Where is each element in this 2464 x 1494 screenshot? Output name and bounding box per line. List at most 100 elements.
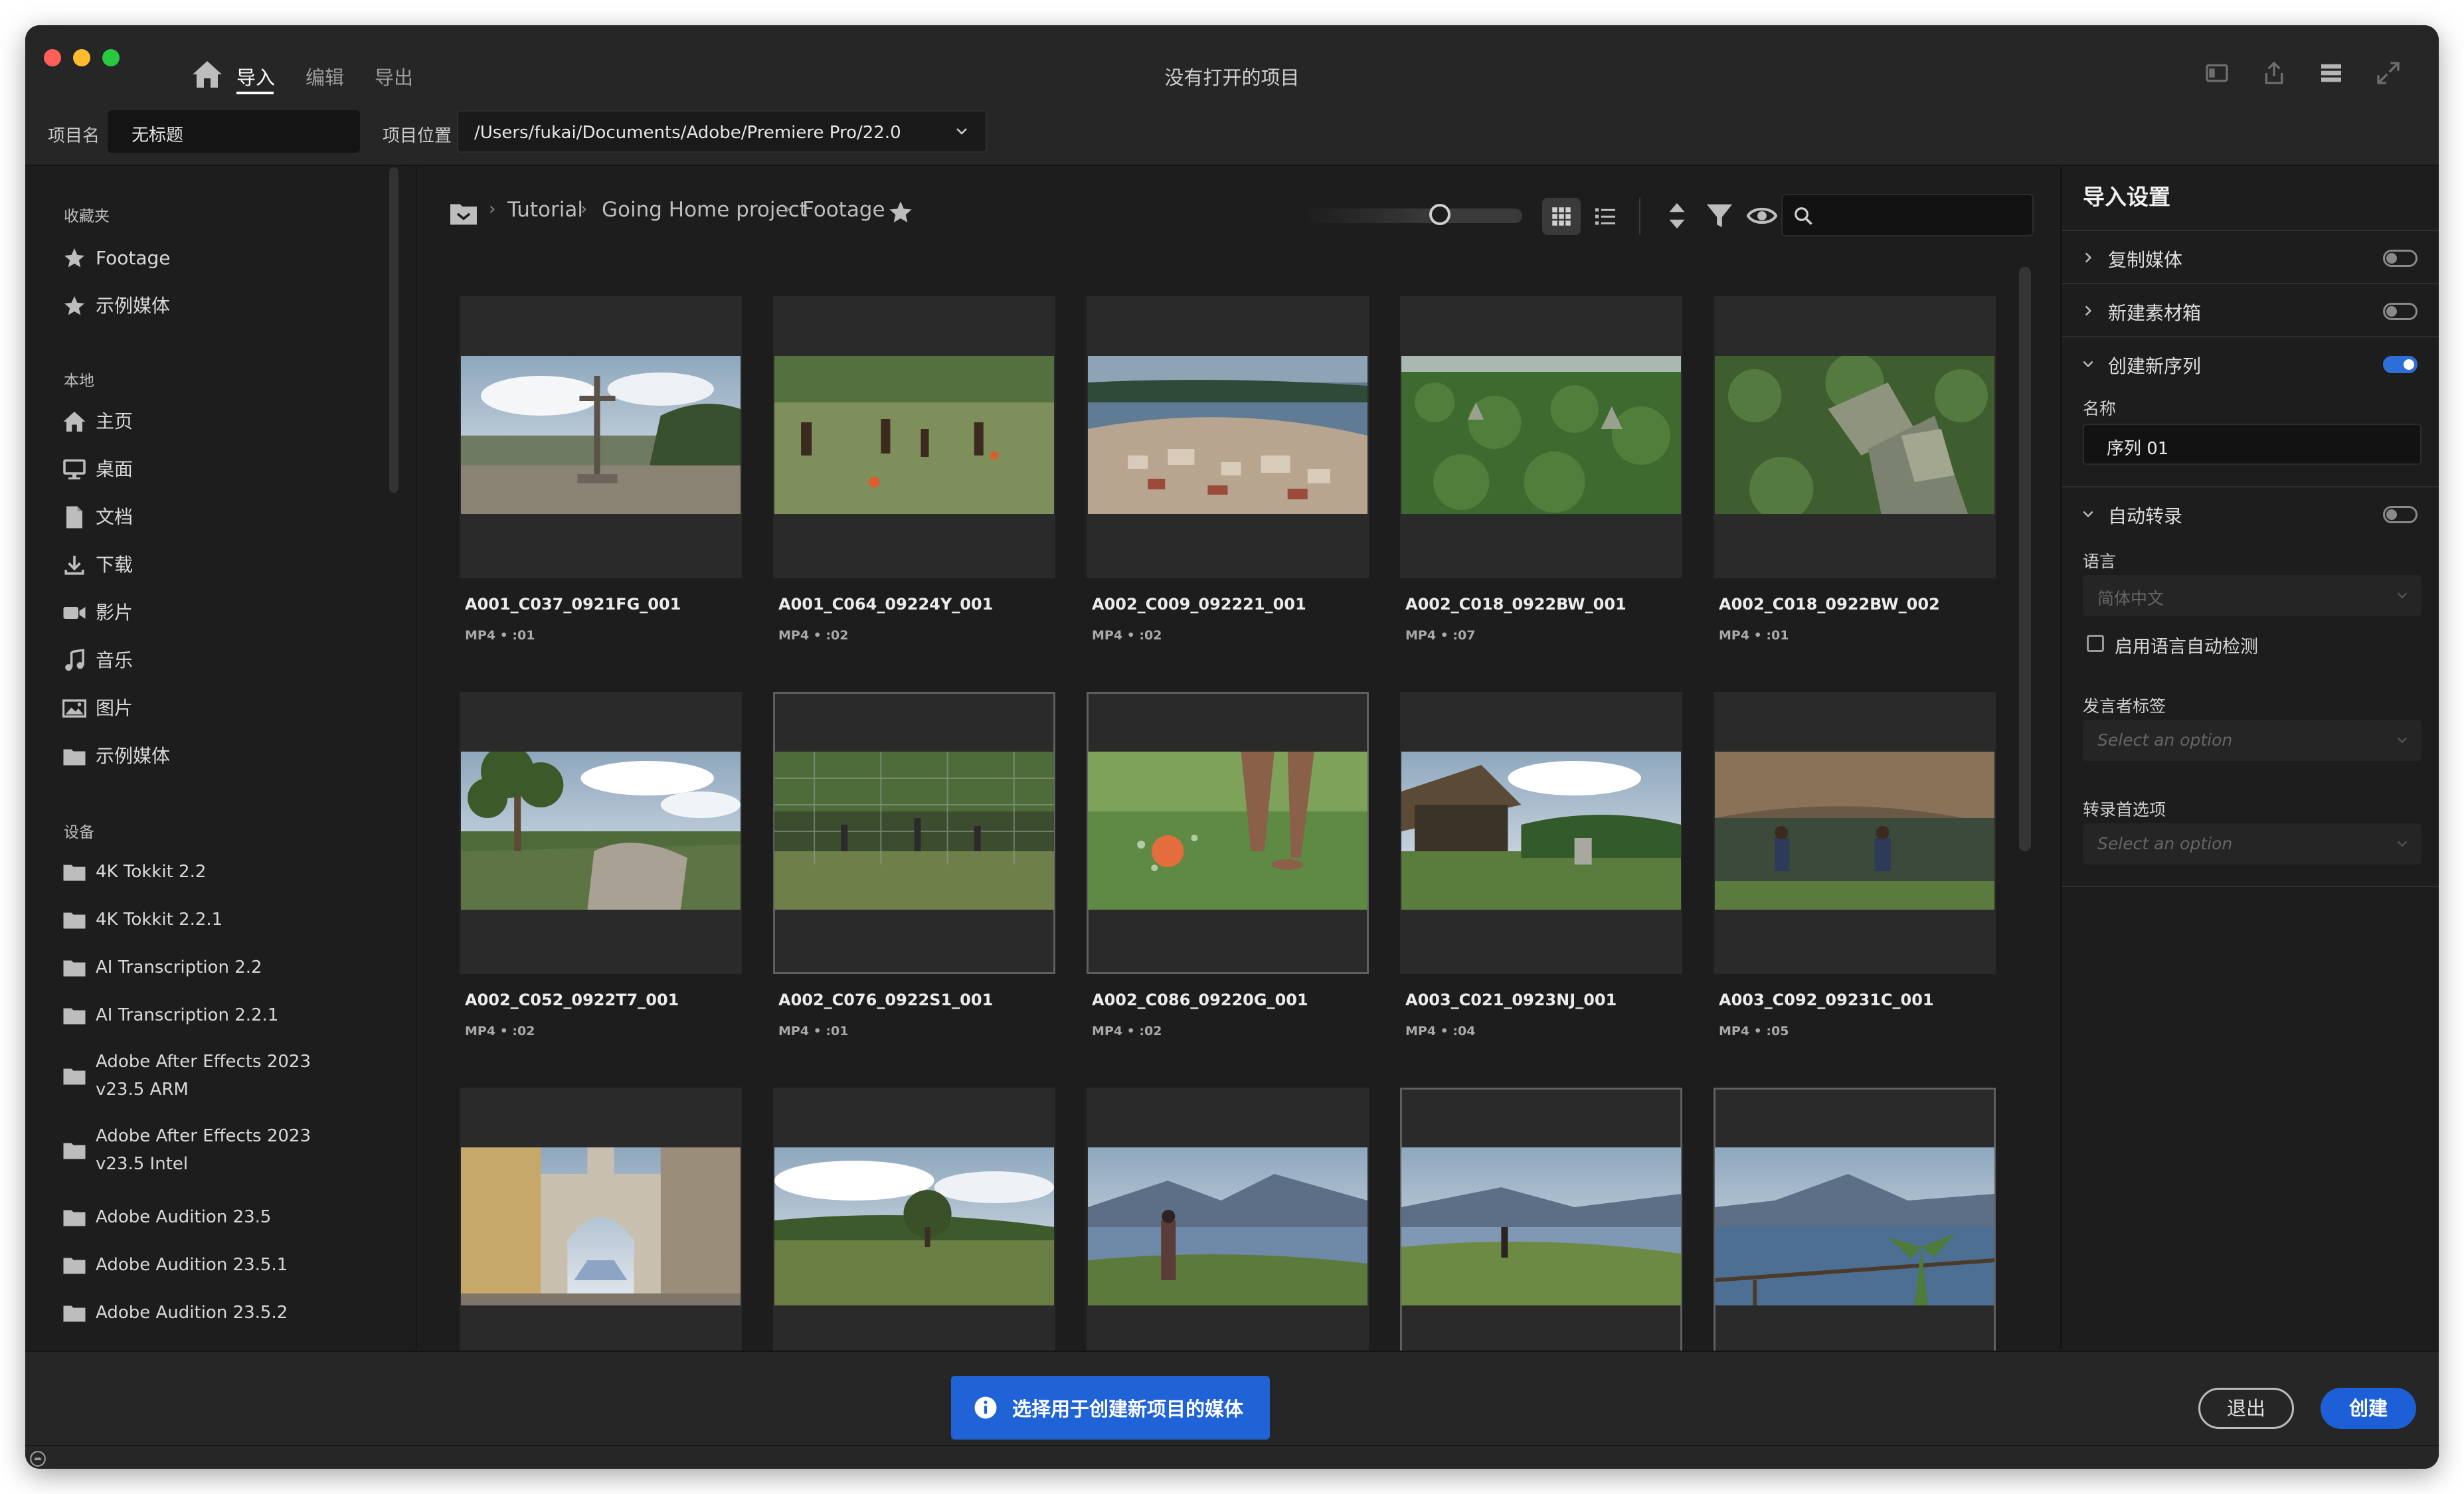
toolbar-divider [1639,198,1640,235]
list-icon [1595,208,1615,225]
slider-handle[interactable] [1429,204,1451,225]
sequence-name-input[interactable]: 序列 01 [2083,424,2421,465]
sidebar-item-device[interactable]: Adobe Audition 23.5.2 [61,1299,353,1327]
media-scrollbar[interactable] [2019,267,2031,851]
star-icon[interactable] [887,199,914,226]
auto-transcribe-label: 自动转录 [2108,505,2183,527]
share-icon[interactable] [2261,60,2287,86]
clip-card[interactable] [773,296,1055,578]
sidebar-item-movies[interactable]: 影片 [61,599,353,627]
transcribe-pref-placeholder: Select an option [2097,834,2233,853]
auto-detect-label: 启用语言自动检测 [2115,637,2258,657]
project-name-input[interactable]: 无标题 [108,110,360,153]
copy-media-row[interactable]: 复制媒体 [2062,230,2439,282]
project-bar: 项目名 无标题 项目位置 /Users/fukai/Documents/Adob… [25,98,2439,166]
sidebar-item-device[interactable]: AI Transcription 2.2.1 [61,1001,353,1029]
star-icon [64,296,84,315]
clip-name: A003_C021_0923NJ_001 [1405,991,1617,1009]
clip-card[interactable] [773,1088,1055,1370]
clip-card[interactable] [460,692,742,974]
speaker-select[interactable]: Select an option [2083,720,2421,761]
thumbnail-size-slider[interactable] [1303,208,1522,223]
folder-icon [63,1210,86,1226]
clip-card[interactable] [1087,1088,1369,1370]
sidebar-item-device[interactable]: Adobe Audition 23.5 [61,1203,353,1231]
eye-icon[interactable] [1747,201,1777,231]
filter-icon[interactable] [1704,201,1735,231]
folder-icon [63,1305,86,1322]
exit-button[interactable]: 退出 [2198,1388,2294,1429]
clip-card[interactable] [1400,1088,1682,1370]
list-view-button[interactable] [1586,198,1625,235]
auto-detect-checkbox[interactable] [2087,635,2104,652]
sidebar-item-device[interactable]: 4K Tokkit 2.2 [61,858,353,886]
breadcrumb-footage[interactable]: Footage [802,198,885,222]
clip-card[interactable] [1400,692,1682,974]
project-location-select[interactable]: /Users/fukai/Documents/Adobe/Premiere Pr… [457,110,987,153]
sidebar-item-downloads[interactable]: 下载 [61,551,353,579]
sidebar-item-home[interactable]: 主页 [61,408,353,436]
language-label: 语言 [2083,552,2117,571]
clip-meta: MP4 • :02 [1092,1024,1162,1038]
language-select[interactable]: 简体中文 [2083,575,2421,616]
clip-card[interactable] [1087,296,1369,578]
sidebar-item-device[interactable]: Adobe After Effects 2023 v23.5 ARM [61,1048,353,1104]
clip-thumbnail [461,745,741,910]
document-icon [66,506,82,529]
window-title: 没有打开的项目 [1164,66,1300,89]
creative-cloud-icon[interactable] [29,1450,46,1467]
transcribe-pref-select[interactable]: Select an option [2083,823,2421,865]
sidebar-item-device[interactable]: 4K Tokkit 2.2.1 [61,906,353,934]
clip-card[interactable] [1087,692,1369,974]
app-window: 导入 编辑 导出 没有打开的项目 项目名 无标题 项目位置 /Users/fuk… [25,25,2439,1469]
chevron-down-icon [2397,737,2408,744]
sidebar-item-music[interactable]: 音乐 [61,647,353,675]
sidebar-item-device[interactable]: Adobe After Effects 2023 v23.5 Intel [61,1122,353,1178]
sidebar-item-device[interactable]: AI Transcription 2.2 [61,954,353,981]
sequence-name-label: 名称 [2083,399,2117,418]
create-button[interactable]: 创建 [2321,1388,2416,1429]
breadcrumb-tutorial[interactable]: Tutorial [507,198,583,222]
clip-card[interactable] [1714,1088,1996,1370]
auto-transcribe-row[interactable]: 自动转录 [2062,486,2439,538]
new-bin-toggle[interactable] [2383,303,2418,320]
chevron-right-icon [2085,252,2092,263]
workspaces-icon[interactable] [2318,60,2344,86]
clip-card[interactable] [460,296,742,578]
new-bin-row[interactable]: 新建素材箱 [2062,283,2439,335]
project-location-value: /Users/fukai/Documents/Adobe/Premiere Pr… [474,123,901,143]
sidebar-item-desktop[interactable]: 桌面 [61,456,353,483]
sidebar-item-label: 下载 [96,554,133,576]
sort-icon[interactable] [1662,201,1692,231]
clip-card[interactable] [1714,692,1996,974]
chevron-down-icon [956,128,967,135]
new-sequence-label: 创建新序列 [2108,355,2202,377]
search-input[interactable] [1781,194,2034,236]
folder-icon [63,1008,86,1025]
sidebar-item-documents[interactable]: 文档 [61,503,353,531]
panel-layout-icon[interactable] [2204,60,2230,86]
clip-thumbnail [1715,353,1994,521]
clip-card[interactable] [1714,296,1996,578]
sidebar-item-device[interactable]: Adobe Audition 23.5.1 [61,1251,353,1279]
sidebar-item-sample-media-fav[interactable]: 示例媒体 [61,292,353,320]
clip-card[interactable] [460,1088,742,1370]
clip-card[interactable] [773,692,1055,974]
sidebar-item-label: AI Transcription 2.2 [96,957,262,977]
new-sequence-toggle[interactable] [2383,356,2418,373]
auto-transcribe-toggle[interactable] [2383,506,2418,523]
copy-media-toggle[interactable] [2383,250,2418,267]
sidebar-item-sample-media[interactable]: 示例媒体 [61,742,353,770]
clip-thumbnail [774,752,1054,910]
breadcrumb-going-home[interactable]: Going Home project [602,198,808,222]
grid-view-button[interactable] [1542,198,1581,235]
clip-card[interactable] [1400,296,1682,578]
fullscreen-icon[interactable] [2375,60,2402,86]
new-sequence-row[interactable]: 创建新序列 [2062,336,2439,388]
home-icon [63,412,86,432]
info-text: 选择用于创建新项目的媒体 [1012,1398,1244,1420]
folder-browse-icon[interactable] [449,201,478,227]
sidebar-scrollbar[interactable] [389,167,398,493]
sidebar-item-footage[interactable]: Footage [61,244,353,272]
sidebar-item-pictures[interactable]: 图片 [61,695,353,722]
